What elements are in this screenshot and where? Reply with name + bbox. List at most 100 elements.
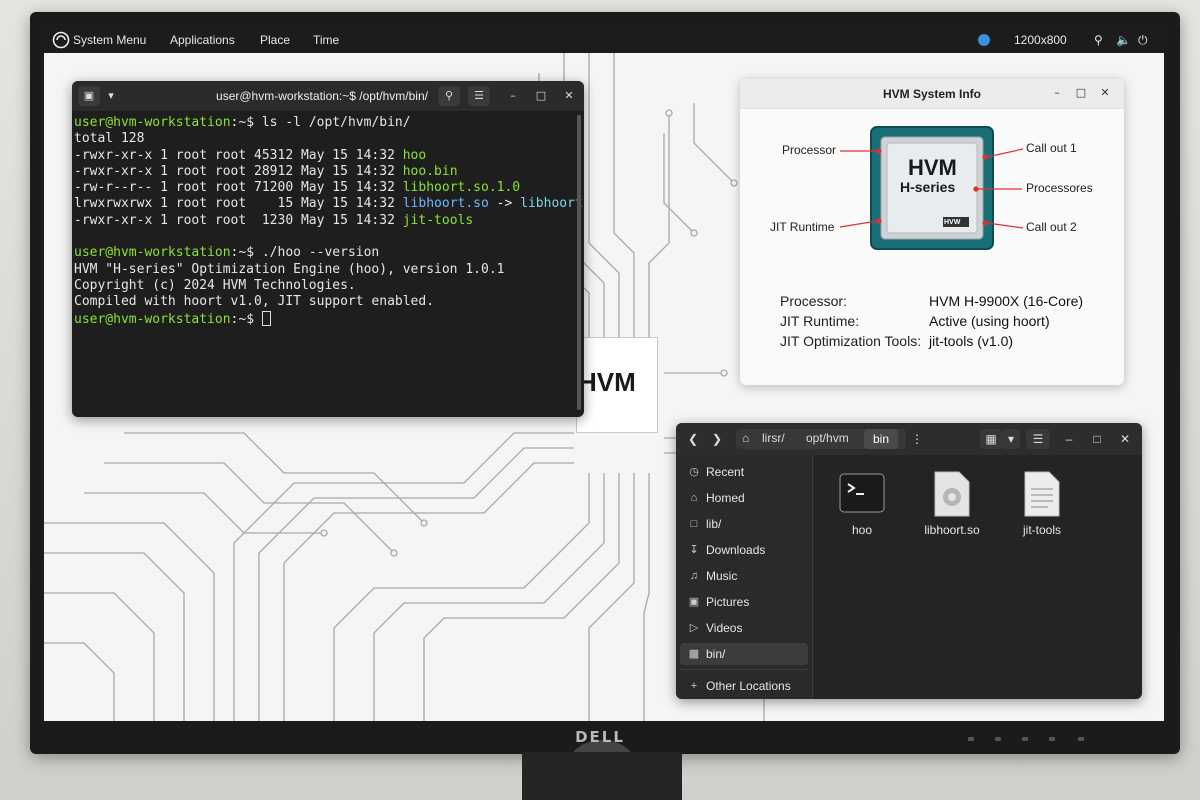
terminal-command: ls -l /opt/hvm/bin/	[261, 115, 411, 130]
sidebar-item-pictures[interactable]: ▣ Pictures	[680, 591, 808, 613]
sidebar-item-other-locations[interactable]: + Other Locations	[680, 675, 808, 697]
breadcrumb-opt-hvm[interactable]: opt/hvm	[806, 431, 849, 445]
chevron-down-icon[interactable]: ▾	[100, 86, 122, 106]
sidebar-item-label: lib/	[706, 517, 722, 531]
sidebar-item-home[interactable]: ⌂ Homed	[680, 487, 808, 509]
wallpaper-logo-text: HVM	[578, 367, 636, 397]
back-icon[interactable]: ❮	[682, 429, 704, 449]
info-value-jit-tools: jit-tools (v1.0)	[929, 333, 1014, 349]
grid-view-icon[interactable]: ▦	[980, 429, 1002, 449]
monitor-button[interactable]	[995, 737, 1001, 741]
sidebar-item-bin[interactable]: ▩ bin/	[680, 643, 808, 665]
terminal-line: user@hvm-workstation:~$ ls -l /opt/hvm/b…	[74, 115, 574, 131]
globe-icon[interactable]	[978, 34, 990, 46]
minimize-icon[interactable]: –	[1060, 429, 1078, 449]
terminal-prompt-user: user@hvm-workstation	[74, 311, 231, 327]
picture-icon: ▣	[688, 596, 700, 608]
terminal-output[interactable]: user@hvm-workstation:~$ ls -l /opt/hvm/b…	[74, 115, 583, 328]
file-manager-window[interactable]: ❮ ❯ ⌂ lirsr/ opt/hvm bin ⋮ ▦ ▾ ☰ – □ ✕ ◷…	[676, 423, 1142, 699]
sidebar-item-label: Videos	[706, 621, 743, 635]
hamburger-menu-icon[interactable]: ☰	[468, 86, 490, 106]
close-icon[interactable]: ✕	[1098, 86, 1112, 100]
file-name: jit-tools	[1022, 523, 1061, 537]
file-name: libhoort.so	[924, 523, 980, 537]
close-icon[interactable]: ✕	[1116, 429, 1134, 449]
terminal-line: -rw-r--r-- 1 root root 71200 May 15 14:3…	[74, 180, 574, 196]
terminal-filename: jit-tools	[402, 212, 474, 228]
terminal-scrollbar[interactable]	[577, 115, 581, 410]
sidebar-item-music[interactable]: ♫ Music	[680, 565, 808, 587]
sidebar: ◷ Recent ⌂ Homed □ lib/ ↧ Downloads ♫ Music ▣…	[676, 455, 812, 699]
minimize-icon[interactable]: –	[502, 86, 524, 106]
volume-icon[interactable]: 🔈	[1116, 33, 1131, 47]
info-title: HVM System Info	[882, 87, 981, 101]
maximize-icon[interactable]: □	[1074, 86, 1088, 100]
download-icon: ↧	[689, 544, 699, 556]
terminal-file-icon	[839, 473, 885, 513]
sidebar-item-downloads[interactable]: ↧ Downloads	[680, 539, 808, 561]
maximize-icon[interactable]: □	[530, 86, 552, 106]
sidebar-item-label: Homed	[706, 491, 745, 505]
topbar-time[interactable]: Time	[313, 33, 339, 47]
hamburger-menu-icon[interactable]: ☰	[1026, 429, 1050, 449]
sidebar-item-videos[interactable]: ▷ Videos	[680, 617, 808, 639]
folder-icon: □	[690, 518, 698, 530]
terminal-command: ./hoo --version	[261, 245, 380, 261]
system-menu-icon[interactable]	[52, 31, 70, 52]
monitor-button[interactable]	[1022, 737, 1028, 741]
breadcrumb-usr[interactable]: lirsr/	[762, 431, 785, 445]
terminal-text: -rw-r--r-- 1 root root 71200 May 15 14:3…	[74, 180, 403, 196]
monitor-stand	[522, 752, 682, 800]
info-value-processor: HVM H-9900X (16-Core)	[929, 293, 1084, 309]
terminal-window[interactable]: ▣ ▾ user@hvm-workstation:~$ /opt/hvm/bin…	[72, 81, 584, 417]
sidebar-item-lib[interactable]: □ lib/	[680, 513, 808, 535]
more-options-icon[interactable]: ⋮	[906, 429, 928, 449]
terminal-line: Compiled with hoort v1.0, JIT support en…	[74, 294, 574, 310]
terminal-filename: libhoort.so	[402, 196, 489, 212]
monitor-button[interactable]	[968, 737, 974, 741]
terminal-prompt-path: :~$	[230, 115, 262, 130]
breadcrumb-bin[interactable]: bin	[864, 429, 898, 449]
monitor-brand-logo: DELL	[575, 728, 625, 746]
monitor-button[interactable]	[1049, 737, 1055, 741]
callout-2: Call out 2	[1026, 220, 1077, 234]
topbar-system-menu[interactable]: System Menu	[73, 33, 146, 47]
callout-jit-runtime: JIT Runtime	[770, 220, 835, 234]
sidebar-item-label: Recent	[706, 465, 745, 479]
system-info-window[interactable]: HVM System Info – □ ✕ HVM H-series HVW P…	[740, 79, 1124, 385]
chevron-down-icon[interactable]: ▾	[1002, 429, 1020, 449]
terminal-line: HVM "H-series" Optimization Engine (hoo)…	[74, 262, 574, 278]
topbar-place[interactable]: Place	[260, 33, 290, 47]
terminal-text: Compiled with hoort v1.0, JIT support en…	[74, 294, 435, 310]
network-icon[interactable]: ⚲	[1094, 33, 1103, 47]
power-icon[interactable]: ⏻	[1138, 33, 1148, 48]
file-manager-headerbar[interactable]: ❮ ❯ ⌂ lirsr/ opt/hvm bin ⋮ ▦ ▾ ☰ – □ ✕	[676, 423, 1142, 455]
chip-brand: HVM	[908, 155, 957, 180]
home-icon[interactable]: ⌂	[742, 431, 749, 445]
new-tab-icon[interactable]: ▣	[78, 86, 100, 106]
close-icon[interactable]: ✕	[558, 86, 580, 106]
plus-icon: +	[690, 680, 698, 692]
terminal-cursor	[261, 310, 271, 326]
terminal-text: -rwxr-xr-x 1 root root 45312 May 15 14:3…	[74, 147, 403, 163]
minimize-icon[interactable]: –	[1050, 86, 1064, 100]
trash-icon: ▩	[688, 648, 700, 660]
info-titlebar[interactable]: HVM System Info – □ ✕	[740, 79, 1124, 109]
topbar-applications[interactable]: Applications	[170, 33, 235, 47]
terminal-line: Copyright (c) 2024 HVM Technologies.	[74, 278, 574, 294]
file-name: hoo	[851, 523, 873, 537]
terminal-titlebar[interactable]: ▣ ▾ user@hvm-workstation:~$ /opt/hvm/bin…	[72, 81, 584, 111]
sidebar-item-recent[interactable]: ◷ Recent	[680, 461, 808, 483]
clock-icon: ◷	[689, 466, 699, 478]
maximize-icon[interactable]: □	[1088, 429, 1106, 449]
forward-icon[interactable]: ❯	[706, 429, 728, 449]
terminal-line: user@hvm-workstation:~$	[74, 310, 574, 328]
callout-processores: Processores	[1026, 181, 1093, 195]
info-value-jit-runtime: Active (using hoort)	[929, 313, 1050, 329]
monitor-power-button[interactable]	[1078, 737, 1084, 741]
info-key-jit-tools: JIT Optimization Tools:	[780, 333, 922, 349]
terminal-line: -rwxr-xr-x 1 root root 45312 May 15 14:3…	[74, 148, 574, 164]
terminal-prompt-path: :~$	[230, 311, 262, 327]
search-icon[interactable]: ⚲	[438, 86, 460, 106]
